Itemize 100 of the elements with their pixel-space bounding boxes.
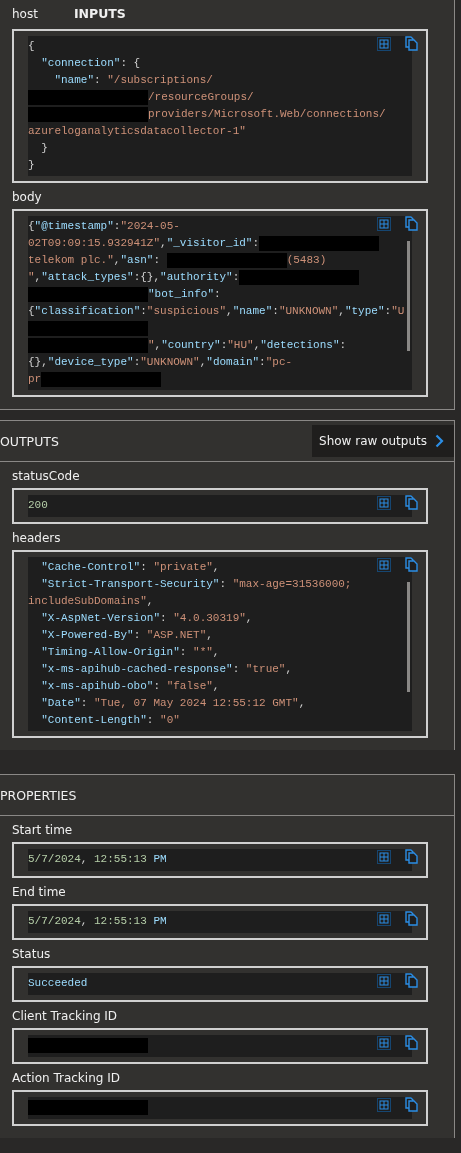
copy-icon[interactable] [405, 216, 418, 231]
json-string: " [28, 271, 35, 283]
json-string: "false" [166, 680, 213, 692]
json-string: "suspicious" [146, 305, 227, 317]
expand-icon[interactable] [377, 216, 391, 231]
section-title: OUTPUTS [0, 433, 59, 449]
expand-icon[interactable] [377, 973, 391, 988]
chevron-right-icon [435, 434, 444, 448]
json-string: "/subscriptions/ [107, 74, 213, 86]
json-punctuation: , [338, 305, 345, 317]
json-key: "x-ms-apihub-obo" [28, 680, 154, 692]
field-label: Client Tracking ID [12, 1008, 119, 1025]
json-number: 5/7/2024 [28, 853, 81, 865]
json-punctuation: { [28, 220, 35, 232]
json-punctuation: , [226, 305, 233, 317]
json-punctuation: , [80, 853, 89, 865]
expand-icon[interactable] [377, 495, 391, 510]
json-punctuation: : [214, 288, 221, 300]
json-keyword: PM [152, 853, 167, 865]
expand-icon[interactable] [377, 557, 391, 572]
json-key: "connection" [28, 57, 121, 69]
field-label: statusCode [12, 468, 81, 485]
json-key: "X-Powered-By" [28, 629, 134, 641]
expand-icon[interactable] [377, 849, 391, 864]
expand-icon[interactable] [377, 911, 391, 926]
json-string: "U [391, 305, 405, 317]
json-key: "@timestamp" [34, 220, 114, 232]
json-punctuation: : [219, 578, 228, 590]
json-number: 12:55:13 [94, 853, 147, 865]
scrollbar[interactable] [407, 241, 410, 351]
json-key: "authority" [160, 271, 233, 283]
field-label: End time [12, 884, 67, 901]
json-string: "ASP.NET" [146, 629, 207, 641]
json-punctuation: : [113, 220, 121, 232]
json-number: 12:55:13 [94, 915, 147, 927]
copy-icon[interactable] [405, 1097, 418, 1112]
json-number: 200 [28, 499, 48, 511]
json-punctuation: , [212, 561, 220, 573]
json-key: "bot_info" [148, 288, 214, 300]
json-string: "0" [160, 714, 180, 726]
json-punctuation: : [179, 646, 188, 658]
show-raw-outputs-button[interactable]: Show raw outputs [312, 425, 454, 457]
expand-icon[interactable] [377, 1035, 391, 1050]
json-key: "domain" [206, 356, 260, 368]
json-punctuation: , [253, 339, 261, 351]
json-string: 02T09:09:15.932941Z" [28, 237, 161, 249]
json-punctuation: : [252, 237, 260, 249]
copy-icon[interactable] [405, 911, 418, 926]
json-string: "*" [193, 646, 213, 658]
json-string: telekom plc." [28, 254, 114, 266]
json-punctuation: , [212, 680, 220, 692]
expand-icon[interactable] [377, 36, 391, 51]
copy-icon[interactable] [405, 36, 418, 51]
section-title: INPUTS [73, 5, 126, 21]
json-punctuation: , [80, 915, 89, 927]
json-string: "UNKNOWN" [278, 305, 339, 317]
json-string: "private" [153, 561, 213, 573]
section-title: PROPERTIES [0, 787, 77, 803]
json-keyword: Succeeded [28, 977, 88, 989]
json-key: "X-AspNet-Version" [28, 612, 161, 624]
json-punctuation: : [80, 697, 89, 709]
json-string: pr [28, 373, 42, 385]
json-string: providers/Microsoft.Web/connections/ [148, 108, 386, 120]
json-punctuation: : [272, 305, 279, 317]
json-key: "name" [232, 305, 273, 317]
copy-icon[interactable] [405, 557, 418, 572]
json-key: "detections" [260, 339, 340, 351]
json-key: "device_type" [47, 356, 134, 368]
json-punctuation: : [94, 74, 102, 86]
json-key: "classification" [34, 305, 141, 317]
json-string: "HU" [227, 339, 254, 351]
json-string: "pc- [265, 356, 293, 368]
copy-icon[interactable] [405, 495, 418, 510]
json-key: "_visitor_id" [166, 237, 253, 249]
copy-icon[interactable] [405, 973, 418, 988]
json-punctuation: , [160, 237, 167, 249]
json-string: "UNKNOWN" [140, 356, 200, 368]
copy-icon[interactable] [405, 849, 418, 864]
json-string: includeSubDomains" [28, 595, 147, 607]
json-punctuation: , [34, 271, 42, 283]
scrollbar[interactable] [407, 582, 410, 692]
json-key: "x-ms-apihub-cached-response" [28, 663, 233, 675]
field-label: body [12, 189, 43, 206]
json-punctuation: : [140, 305, 147, 317]
expand-icon[interactable] [377, 1097, 391, 1112]
field-label: headers [12, 530, 62, 547]
json-key: "asn" [120, 254, 154, 266]
json-punctuation: : [220, 339, 228, 351]
json-string: /resourceGroups/ [148, 91, 254, 103]
json-string: "2024-05- [120, 220, 180, 232]
json-key: "name" [28, 74, 94, 86]
field-label: host [12, 5, 38, 23]
json-string: (5483) [286, 254, 327, 266]
field-label: Action Tracking ID [12, 1070, 121, 1087]
json-number: 5/7/2024 [28, 915, 81, 927]
json-punctuation: , [245, 612, 253, 624]
json-punctuation: , [199, 356, 207, 368]
json-string: "4.0.30319" [173, 612, 246, 624]
copy-icon[interactable] [405, 1035, 418, 1050]
json-key: "Cache-Control" [28, 561, 141, 573]
